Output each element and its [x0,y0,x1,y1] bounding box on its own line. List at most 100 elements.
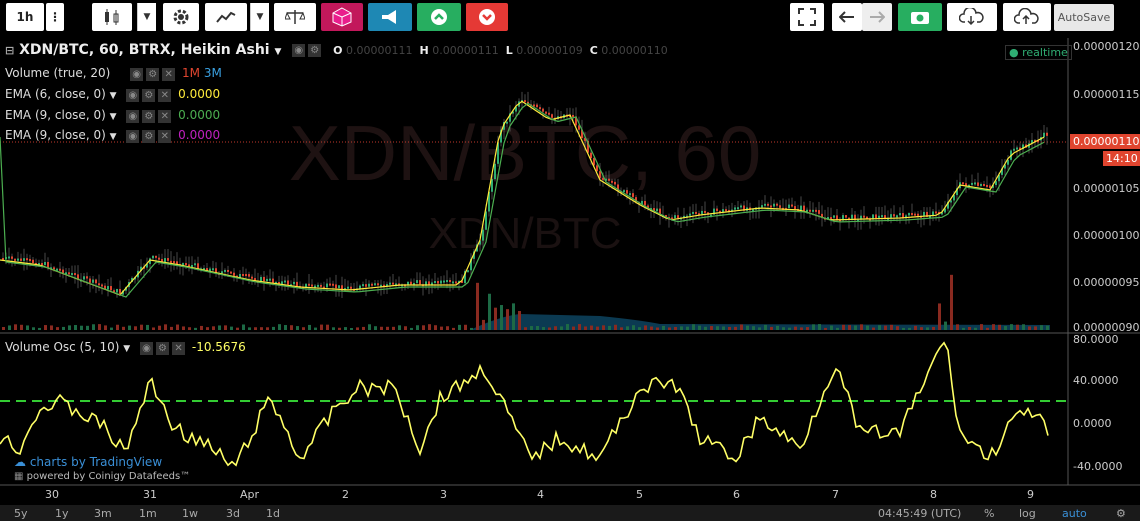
volume-bar [14,324,17,330]
osc-title[interactable]: Volume Osc (5, 10) [5,340,119,354]
candle-body [770,205,772,208]
volume-bar [1016,324,1019,330]
candle-body [896,215,898,218]
candle-body [875,214,877,219]
cloud-upload-icon [1014,8,1039,24]
gear-icon[interactable]: ⚙ [142,129,156,143]
volume-bar [524,327,527,330]
buy-button[interactable] [417,3,461,31]
volume-bar [140,324,143,330]
range-button-1d[interactable]: 1d [266,507,280,520]
redo-button[interactable] [862,3,892,31]
volume-bar [1010,324,1013,330]
alert-button[interactable] [368,3,412,31]
ema3-value: 0.0000 [178,128,221,142]
sell-button[interactable] [466,3,508,31]
autosave-toggle[interactable]: AutoSave [1054,4,1114,31]
cloud-logo-icon: ☁ [14,455,26,469]
volume-bar [296,326,299,330]
volume-bar [260,327,263,330]
undo-button[interactable] [832,3,862,31]
ema2-title[interactable]: EMA (9, close, 0) [5,108,106,122]
candle-body [74,273,76,276]
ohlc-l-label: L [505,44,513,57]
indicators-icon [216,11,236,23]
fullscreen-button[interactable] [790,3,824,31]
volume-bar [44,325,47,330]
ema3-title[interactable]: EMA (9, close, 0) [5,128,106,142]
range-button-1y[interactable]: 1y [55,507,69,520]
compare-button[interactable] [274,3,316,31]
candles-icon [105,9,119,25]
volume-bar [434,325,437,330]
chevron-down-icon[interactable]: ▼ [123,344,130,354]
eye-icon[interactable]: ◉ [140,341,154,355]
range-button-3m[interactable]: 3m [94,507,112,520]
tradingview-branding[interactable]: ☁ charts by TradingView [14,455,162,469]
range-button-1w[interactable]: 1w [182,507,198,520]
volume-bar [374,326,377,330]
gear-icon[interactable]: ⚙ [1116,507,1126,520]
eye-icon[interactable]: ◉ [126,88,140,102]
gear-icon[interactable]: ⚙ [156,341,170,355]
gear-icon[interactable]: ⚙ [142,88,156,102]
volume-bar [548,327,551,330]
interval-button[interactable]: 1h [6,3,44,31]
close-icon[interactable]: ✕ [172,341,186,355]
chevron-down-icon[interactable]: ▼ [274,47,281,57]
auto-toggle[interactable]: auto [1062,507,1087,520]
volume-bar [194,327,197,330]
range-button-3d[interactable]: 3d [226,507,240,520]
volume-bar [950,274,953,330]
range-button-1m[interactable]: 1m [139,507,157,520]
volume-bar [314,327,317,330]
volume-bar [128,325,131,330]
chart-style-dropdown[interactable]: ▼ [137,3,156,31]
gear-icon[interactable]: ⚙ [146,67,160,81]
candle-body [158,257,160,260]
volume-bar [170,326,173,330]
eye-icon[interactable]: ◉ [126,129,140,143]
close-icon[interactable]: ✕ [158,109,172,123]
settings-button[interactable] [163,3,199,31]
percent-toggle[interactable]: % [984,507,994,520]
volume-bar [656,327,659,330]
chevron-down-icon[interactable]: ▼ [110,132,117,142]
eye-icon[interactable]: ◉ [292,43,306,57]
gear-icon[interactable]: ⚙ [142,109,156,123]
close-icon[interactable]: ✕ [158,129,172,143]
save-layout-button[interactable] [1003,3,1051,31]
candle-body [818,210,820,214]
chevron-down-icon[interactable]: ▼ [110,91,117,101]
volume-bar [38,327,41,330]
symbol-title[interactable]: XDN/BTC, 60, BTRX, Heikin Ashi [19,42,270,58]
ema1-title[interactable]: EMA (6, close, 0) [5,87,106,101]
eye-icon[interactable]: ◉ [130,67,144,81]
volume-title[interactable]: Volume (true, 20) [5,66,110,80]
legend-collapse-icon[interactable]: ⊟ [5,44,14,57]
load-layout-button[interactable] [947,3,997,31]
candle-body [911,213,913,216]
cube-button[interactable] [321,3,363,31]
volume-bar [782,327,785,330]
volume-bar [962,327,965,330]
indicators-dropdown[interactable]: ▼ [250,3,269,31]
candle-body [914,213,916,216]
indicators-button[interactable] [205,3,247,31]
volume-bar [488,293,491,330]
eye-icon[interactable]: ◉ [126,109,140,123]
ema1-value: 0.0000 [178,87,221,101]
snapshot-button[interactable] [898,3,942,31]
interval-menu-button[interactable]: ⋮ [46,3,64,31]
close-icon[interactable]: ✕ [162,67,176,81]
range-button-5y[interactable]: 5y [14,507,28,520]
volume-bar [236,327,239,330]
volume-bar [2,327,5,330]
candle-body [545,111,547,114]
chevron-down-icon[interactable]: ▼ [110,112,117,122]
close-icon[interactable]: ✕ [158,88,172,102]
gear-icon[interactable]: ⚙ [308,43,322,57]
log-toggle[interactable]: log [1019,507,1036,520]
chart-style-button[interactable] [92,3,132,31]
watermark-symbol: XDN/BTC, 60 [289,109,761,197]
